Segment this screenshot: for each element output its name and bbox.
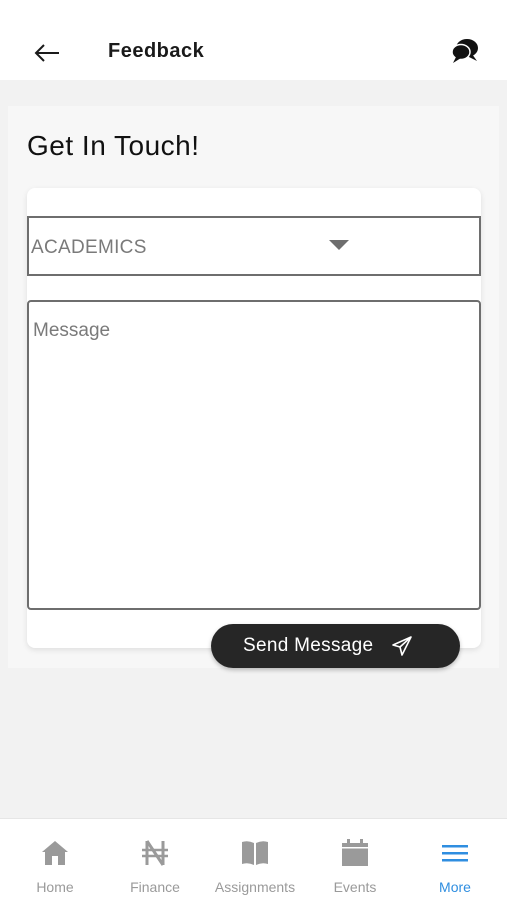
nav-item-more[interactable]: More [405, 819, 505, 900]
chat-bubbles-icon [451, 39, 478, 63]
nav-item-events[interactable]: Events [305, 819, 405, 900]
page-title: Get In Touch! [27, 130, 200, 161]
naira-icon [139, 837, 171, 869]
paper-plane-icon [392, 636, 412, 656]
app-header: Feedback [0, 0, 507, 80]
caret-down-icon [329, 240, 349, 250]
back-button[interactable] [30, 36, 64, 70]
feedback-form-card: ACADEMICS [27, 188, 481, 648]
calendar-icon [339, 837, 371, 869]
category-select-value: ACADEMICS [31, 237, 147, 258]
menu-icon [439, 837, 471, 869]
app-screen: Feedback Get In Touch! ACADEMICS Send Me… [0, 0, 507, 900]
category-select[interactable]: ACADEMICS [27, 216, 481, 276]
content-panel: Get In Touch! ACADEMICS [8, 106, 499, 668]
home-icon [39, 837, 71, 869]
chat-button[interactable] [448, 36, 482, 66]
send-message-label: Send Message [243, 635, 374, 656]
nav-item-finance[interactable]: Finance [105, 819, 205, 900]
message-textarea[interactable] [27, 300, 481, 610]
nav-label-finance: Finance [130, 879, 180, 895]
nav-item-home[interactable]: Home [5, 819, 105, 900]
arrow-left-icon [34, 44, 59, 62]
send-message-button[interactable]: Send Message [211, 624, 460, 668]
nav-label-more: More [439, 879, 471, 895]
book-icon [239, 837, 271, 869]
page-header-title: Feedback [108, 40, 205, 62]
nav-item-assignments[interactable]: Assignments [205, 819, 305, 900]
nav-label-assignments: Assignments [214, 879, 296, 895]
bottom-nav: Home Finance Assignments Events More [0, 818, 507, 900]
nav-label-events: Events [333, 879, 377, 895]
nav-label-home: Home [36, 879, 74, 895]
